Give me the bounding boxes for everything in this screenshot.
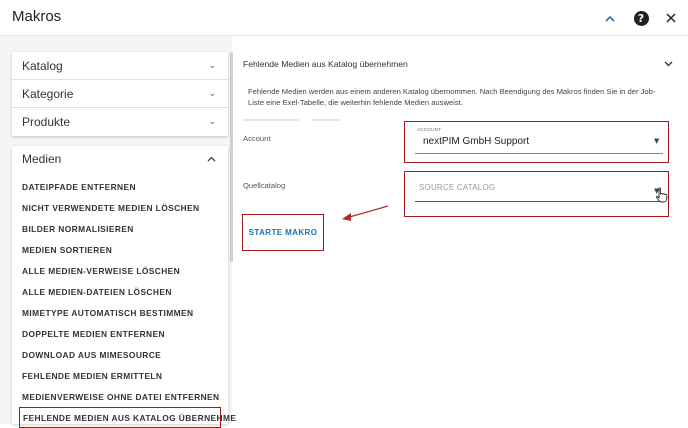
macro-item[interactable]: FEHLENDE MEDIEN ERMITTELN — [12, 365, 228, 386]
sidebar-scrollbar[interactable] — [230, 52, 233, 262]
chevron-down-icon: ⌄ — [208, 60, 216, 71]
title-bar: Makros ? — [0, 0, 688, 36]
close-icon — [666, 13, 676, 23]
macro-item[interactable]: BILDER NORMALISIEREN — [12, 218, 228, 239]
chevron-up-icon — [605, 15, 615, 22]
sidebar-item-katalog[interactable]: Katalog ⌄ — [12, 52, 228, 80]
sidebar-item-label: Katalog — [22, 58, 63, 73]
source-catalog-select[interactable]: SOURCE CATALOG ▼ — [404, 171, 669, 217]
annotation-arrow — [342, 205, 389, 221]
collapse-button[interactable] — [599, 7, 621, 29]
macro-list: DATEIPFADE ENTFERNEN NICHT VERWENDETE ME… — [12, 176, 242, 428]
source-placeholder: SOURCE CATALOG — [419, 183, 496, 192]
sidebar-item-produkte[interactable]: Produkte ⌄ — [12, 108, 228, 136]
macro-item[interactable]: DOWNLOAD AUS MIMESOURCE — [12, 344, 228, 365]
macro-item[interactable]: MIMETYPE AUTOMATISCH BESTIMMEN — [12, 302, 228, 323]
hand-cursor-icon — [656, 187, 668, 203]
field-underline — [415, 153, 663, 154]
sidebar-item-kategorie[interactable]: Kategorie ⌄ — [12, 80, 228, 108]
help-button[interactable]: ? — [630, 7, 652, 29]
account-floating-label: ACCOUNT — [417, 127, 442, 132]
sidebar-item-medien[interactable]: Medien — [12, 146, 228, 172]
sidebar-item-label: Produkte — [22, 115, 71, 129]
app-title: Makros — [12, 8, 62, 25]
macro-item[interactable]: DATEIPFADE ENTFERNEN — [12, 176, 228, 197]
sidebar-item-label: Medien — [22, 152, 62, 166]
chevron-down-icon: ⌄ — [208, 117, 216, 127]
macro-item[interactable]: DOPPELTE MEDIEN ENTFERNEN — [12, 323, 228, 344]
account-value: nextPIM GmbH Support — [423, 136, 530, 147]
account-label: Account — [243, 134, 271, 143]
faint-text: ▬▬▬▬ — [312, 116, 340, 123]
medien-panel: Medien DATEIPFADE ENTFERNEN NICHT VERWEN… — [12, 146, 242, 428]
macro-item[interactable]: MEDIENVERWEISE OHNE DATEI ENTFERNEN — [12, 386, 228, 407]
dropdown-arrow-icon: ▼ — [654, 137, 660, 145]
close-button[interactable] — [660, 7, 682, 29]
start-macro-button[interactable]: STARTE MAKRO — [242, 214, 324, 251]
sidebar-item-label: Kategorie — [22, 86, 74, 101]
macro-item[interactable]: ALLE MEDIEN-VERWEISE LÖSCHEN — [12, 260, 228, 281]
account-select[interactable]: ACCOUNT nextPIM GmbH Support ▼ — [404, 121, 669, 163]
macro-item[interactable]: ALLE MEDIEN-DATEIEN LÖSCHEN — [12, 281, 228, 302]
section-description: Fehlende Medien werden aus einem anderen… — [248, 87, 656, 107]
chevron-up-icon — [207, 156, 216, 162]
faint-text: ▬▬▬▬▬▬▬▬ — [243, 116, 299, 123]
section-title: Fehlende Medien aus Katalog übernehmen — [243, 59, 408, 69]
chevron-down-icon — [664, 61, 673, 67]
field-underline — [415, 201, 663, 202]
source-label: Quellcatalog — [243, 181, 286, 190]
category-panel: Katalog ⌄ Kategorie ⌄ Produkte ⌄ — [12, 52, 228, 136]
section-header[interactable]: Fehlende Medien aus Katalog übernehmen — [243, 56, 673, 72]
macro-item[interactable]: NICHT VERWENDETE MEDIEN LÖSCHEN — [12, 197, 228, 218]
chevron-down-icon: ⌄ — [208, 88, 216, 99]
macro-item[interactable]: MEDIEN SORTIEREN — [12, 239, 228, 260]
macro-item-selected[interactable]: FEHLENDE MEDIEN AUS KATALOG ÜBERNEHMEN — [19, 407, 242, 428]
help-icon: ? — [633, 10, 649, 26]
